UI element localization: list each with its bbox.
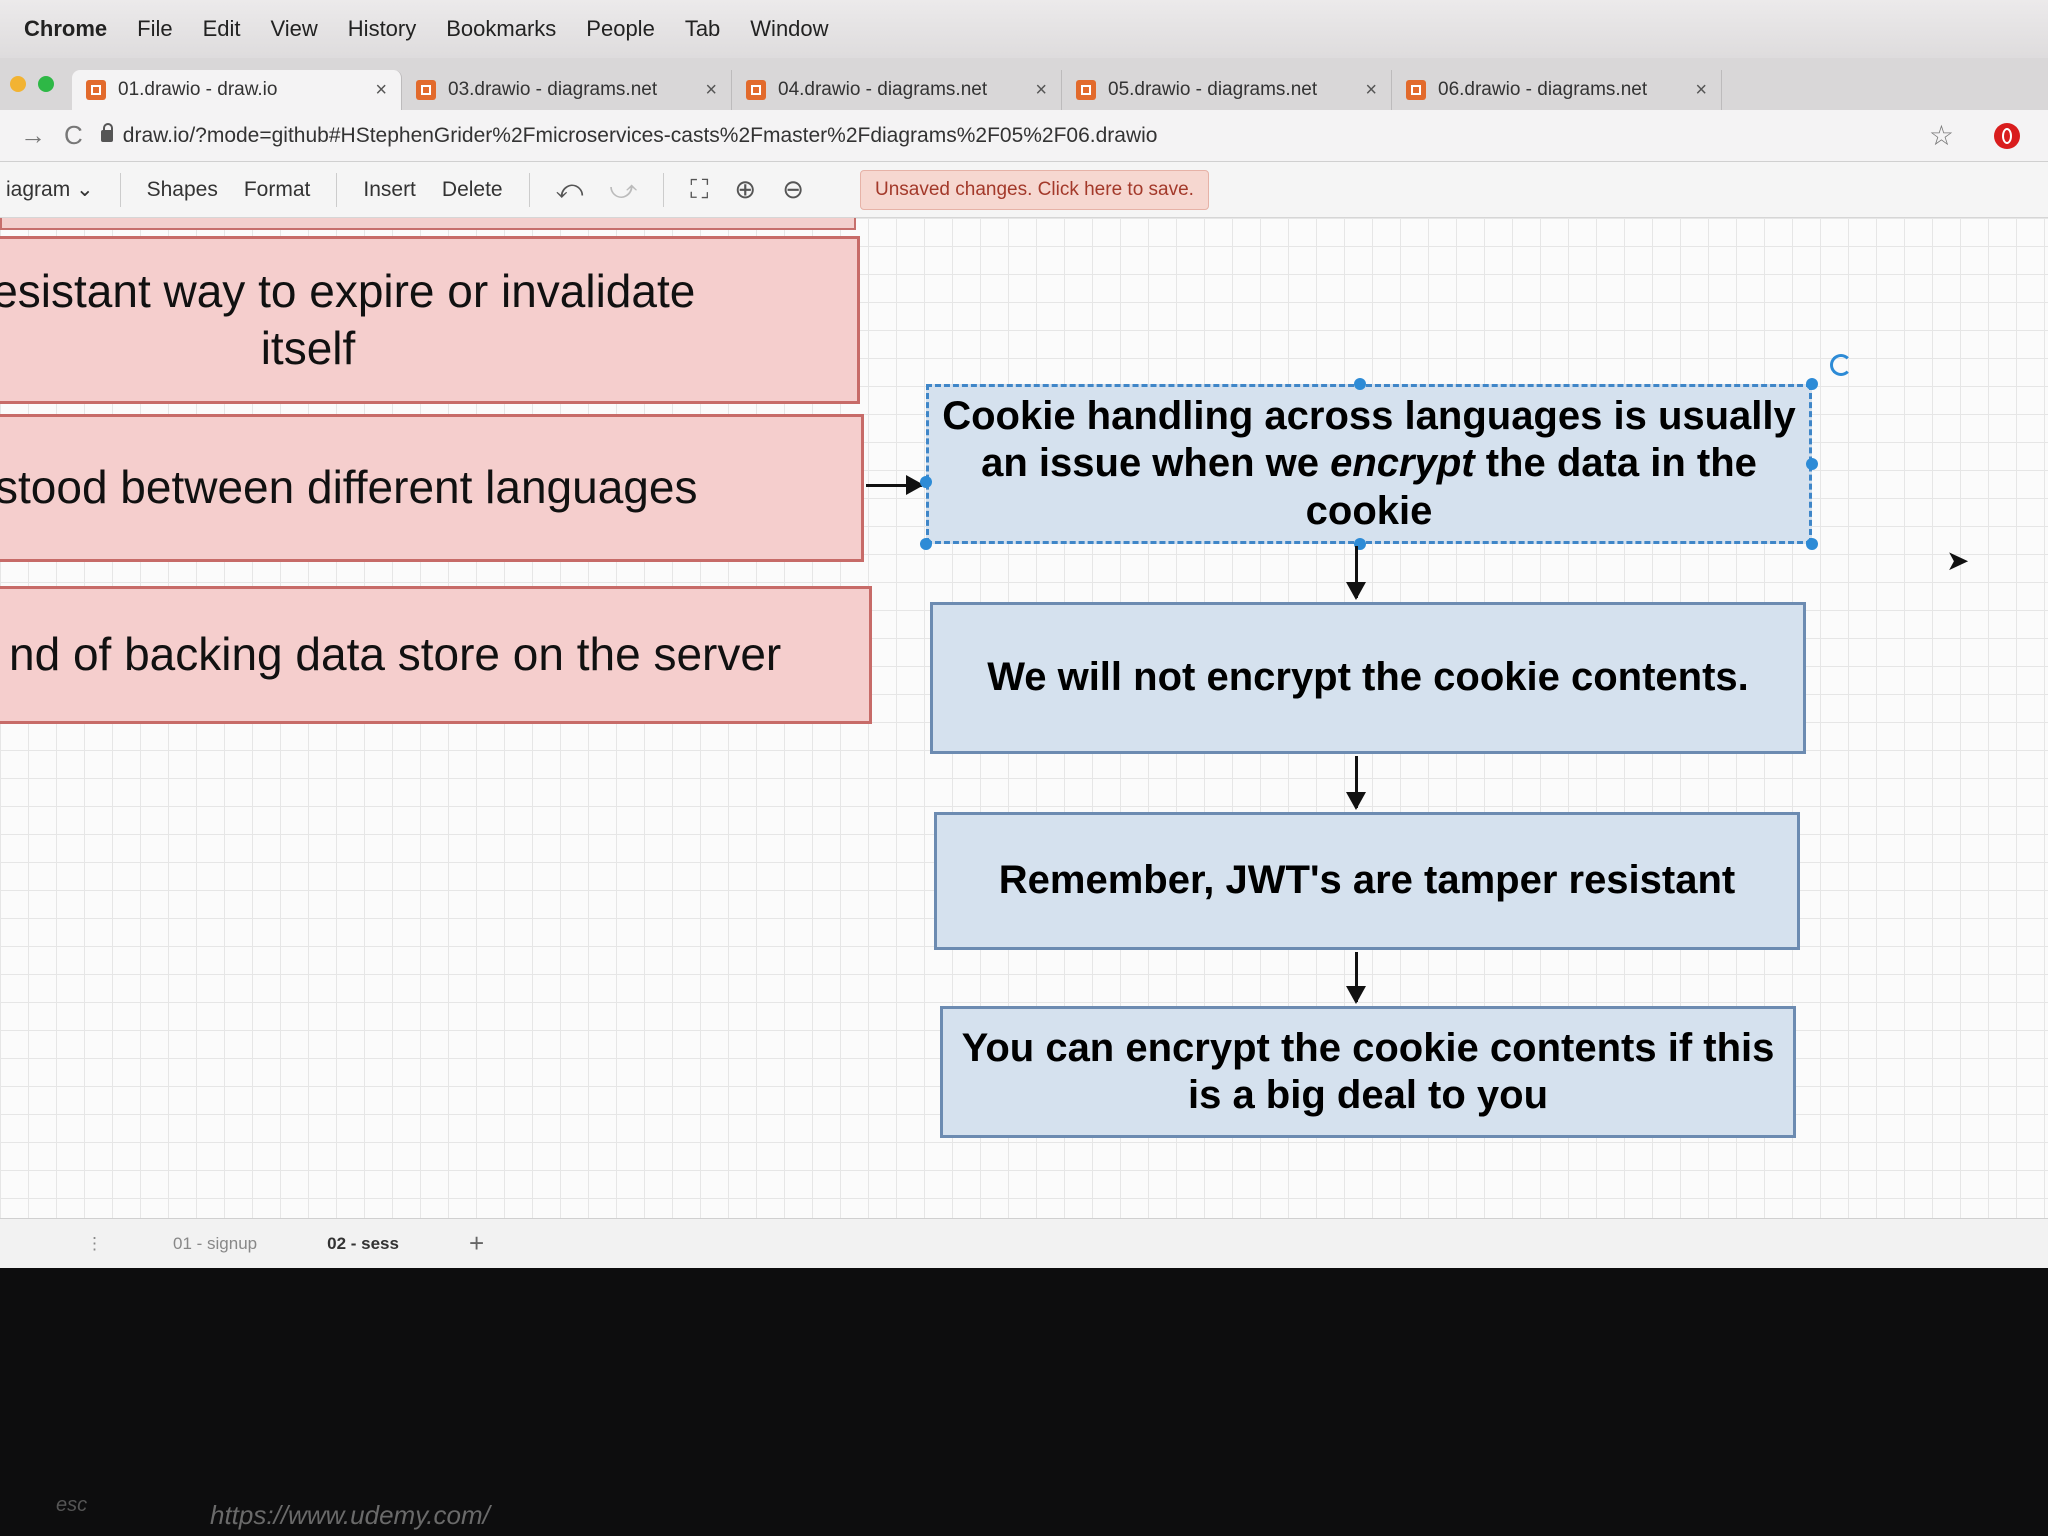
diagram-menu-button[interactable]: iagram ⌄ xyxy=(6,177,94,202)
delete-button[interactable]: Delete xyxy=(442,178,503,202)
selection-handle[interactable] xyxy=(1354,378,1366,390)
page-tab-session[interactable]: 02 - sess xyxy=(327,1234,399,1254)
flow-box-cookie-handling[interactable]: Cookie handling across languages is usua… xyxy=(926,384,1812,544)
red-box-label: nd of backing data store on the server xyxy=(9,628,782,681)
tab-06-drawio[interactable]: 06.drawio - diagrams.net × xyxy=(1392,70,1722,110)
red-box-partial[interactable] xyxy=(0,218,856,230)
drawio-favicon-icon xyxy=(1406,80,1426,100)
laptop-bezel xyxy=(0,1268,2048,1536)
address-actions: ☆ xyxy=(1929,119,2048,152)
esc-key-label: esc xyxy=(56,1494,88,1516)
diagram-canvas[interactable]: er-resistant way to expire or invalidate… xyxy=(0,218,2048,1218)
menu-file[interactable]: File xyxy=(137,16,172,42)
red-box-label: er-resistant way to expire or invalidate… xyxy=(0,264,696,375)
close-icon[interactable]: × xyxy=(375,79,387,102)
menu-edit[interactable]: Edit xyxy=(203,16,241,42)
star-icon[interactable]: ☆ xyxy=(1929,119,1954,152)
close-icon[interactable]: × xyxy=(1365,79,1377,102)
tab-title: 05.drawio - diagrams.net xyxy=(1108,79,1318,100)
tab-01-drawio[interactable]: 01.drawio - draw.io × xyxy=(72,70,402,110)
flow-box-no-encrypt[interactable]: We will not encrypt the cookie contents. xyxy=(930,602,1806,754)
minimize-icon[interactable] xyxy=(10,76,26,92)
drawio-favicon-icon xyxy=(746,80,766,100)
reflected-url-text: https://www.udemy.com/ xyxy=(210,1500,490,1530)
window-controls xyxy=(10,76,54,92)
tab-title: 03.drawio - diagrams.net xyxy=(448,79,658,100)
menu-app-name[interactable]: Chrome xyxy=(24,16,107,42)
unsaved-changes-button[interactable]: Unsaved changes. Click here to save. xyxy=(860,169,1209,210)
menu-tab[interactable]: Tab xyxy=(685,16,720,42)
zoom-in-icon[interactable]: ⊕ xyxy=(734,174,756,205)
pages-menu-icon[interactable]: ⋮ xyxy=(86,1234,103,1254)
toolbar-divider xyxy=(663,172,665,207)
connector-arrow[interactable] xyxy=(1346,952,1366,1004)
shapes-button[interactable]: Shapes xyxy=(147,178,218,202)
zoom-out-icon[interactable]: ⊖ xyxy=(782,174,804,205)
url-field[interactable]: draw.io/?mode=github#HStephenGrider%2Fmi… xyxy=(100,122,1158,148)
forward-icon[interactable]: → xyxy=(20,120,46,151)
undo-icon[interactable]: ⤺ xyxy=(556,174,584,206)
tab-05-drawio[interactable]: 05.drawio - diagrams.net × xyxy=(1062,70,1392,110)
selection-handle[interactable] xyxy=(1806,378,1818,390)
close-icon[interactable]: × xyxy=(705,79,717,102)
lock-icon xyxy=(100,122,113,142)
menu-bookmarks[interactable]: Bookmarks xyxy=(446,16,556,42)
redo-icon[interactable]: ⤻ xyxy=(609,174,637,206)
address-bar: → C draw.io/?mode=github#HStephenGrider%… xyxy=(0,110,2048,162)
red-box-expire[interactable]: er-resistant way to expire or invalidate… xyxy=(0,236,860,404)
flow-box-you-can-encrypt[interactable]: You can encrypt the cookie contents if t… xyxy=(940,1006,1796,1138)
tab-title: 04.drawio - diagrams.net xyxy=(778,79,988,100)
rotate-icon[interactable] xyxy=(1830,354,1852,376)
page-tab-signup[interactable]: 01 - signup xyxy=(173,1234,257,1254)
tab-strip: 01.drawio - draw.io × 03.drawio - diagra… xyxy=(0,58,2048,110)
tab-04-drawio[interactable]: 04.drawio - diagrams.net × xyxy=(732,70,1062,110)
menu-history[interactable]: History xyxy=(348,16,416,42)
insert-button[interactable]: Insert xyxy=(363,178,416,202)
flow-box-label: Remember, JWT's are tamper resistant xyxy=(998,858,1736,903)
flow-box-label: You can encrypt the cookie contents if t… xyxy=(961,1025,1775,1117)
close-icon[interactable]: × xyxy=(1695,79,1707,102)
fit-icon[interactable]: ⛶ xyxy=(690,174,708,206)
drawio-favicon-icon xyxy=(1076,80,1096,100)
flow-box-label: We will not encrypt the cookie contents. xyxy=(987,655,1749,700)
menu-view[interactable]: View xyxy=(271,16,318,42)
selection-handle[interactable] xyxy=(1806,538,1818,550)
toolbar-divider xyxy=(336,172,338,207)
mouse-pointer-icon: ➤ xyxy=(1946,545,1970,576)
selection-handle[interactable] xyxy=(920,538,932,550)
tab-title: 01.drawio - draw.io xyxy=(118,79,278,100)
reload-icon[interactable]: C xyxy=(64,120,83,151)
toolbar-divider xyxy=(528,172,530,207)
selection-handle[interactable] xyxy=(1806,458,1818,470)
url-text: draw.io/?mode=github#HStephenGrider%2Fmi… xyxy=(122,123,1158,147)
flow-box-jwt[interactable]: Remember, JWT's are tamper resistant xyxy=(934,812,1800,950)
drawio-toolbar: iagram ⌄ Shapes Format Insert Delete ⤺ ⤻… xyxy=(0,162,2048,218)
close-icon[interactable]: × xyxy=(1035,79,1047,102)
maximize-icon[interactable] xyxy=(38,76,54,92)
add-page-icon[interactable]: + xyxy=(469,1228,484,1259)
menu-window[interactable]: Window xyxy=(750,16,828,42)
connector-arrow[interactable] xyxy=(1346,756,1366,810)
drawio-favicon-icon xyxy=(416,80,436,100)
connector-arrow[interactable] xyxy=(866,475,924,495)
flow-box-label: Cookie handling across languages is usua… xyxy=(942,394,1796,533)
menu-people[interactable]: People xyxy=(586,16,655,42)
selection-handle[interactable] xyxy=(920,476,932,488)
toolbar-divider xyxy=(119,172,121,207)
drawio-favicon-icon xyxy=(86,80,106,100)
connector-arrow[interactable] xyxy=(1346,546,1366,600)
tab-03-drawio[interactable]: 03.drawio - diagrams.net × xyxy=(402,70,732,110)
os-menubar: Chrome File Edit View History Bookmarks … xyxy=(0,0,2048,58)
red-box-label: stood between different languages xyxy=(0,461,698,514)
page-tabs-bar: ⋮ 01 - signup 02 - sess + xyxy=(0,1218,2048,1268)
format-button[interactable]: Format xyxy=(244,178,311,202)
opera-icon[interactable] xyxy=(1994,122,2020,149)
red-box-languages[interactable]: stood between different languages xyxy=(0,414,864,562)
tab-title: 06.drawio - diagrams.net xyxy=(1438,79,1648,100)
red-box-datastore[interactable]: nd of backing data store on the server xyxy=(0,586,872,724)
